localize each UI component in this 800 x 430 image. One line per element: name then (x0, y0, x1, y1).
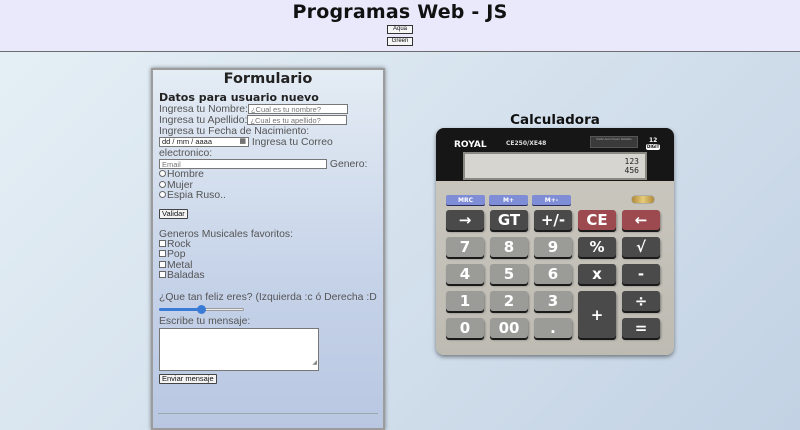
birthdate-email-row: dd / mm / aaaa ▦ Ingresa tu Correo electr… (159, 137, 377, 159)
gt-key[interactable]: GT (490, 210, 528, 230)
key-4[interactable]: 4 (446, 264, 484, 284)
radio-icon[interactable] (159, 170, 166, 177)
lastname-row: Ingresa tu Apellido: (159, 115, 377, 126)
checkbox-icon[interactable] (159, 271, 166, 278)
solar-text: Pattic Auto Power Reliable (596, 137, 632, 141)
percent-key[interactable]: % (578, 237, 616, 257)
lastname-input[interactable] (247, 115, 348, 126)
key-0[interactable]: 0 (446, 318, 484, 338)
birthdate-placeholder: dd / mm / aaaa (162, 137, 213, 147)
validate-button[interactable]: Validar (159, 208, 188, 219)
checkbox-icon[interactable] (159, 239, 166, 247)
message-textarea[interactable]: ◢ (159, 327, 319, 371)
checkbox-icon[interactable] (159, 260, 166, 268)
key-7[interactable]: 7 (446, 237, 484, 257)
plus-key[interactable]: + (578, 291, 616, 338)
key-2[interactable]: 2 (490, 291, 528, 311)
calculator-title: Calculadora (510, 112, 600, 128)
display-line-1: 123 (624, 157, 639, 166)
form-section-title: Datos para usuario nuevo (159, 91, 319, 104)
divide-key[interactable]: ÷ (622, 291, 660, 311)
model-label: CE250/XE48 (506, 140, 547, 147)
theme-green-button[interactable]: Green (387, 37, 413, 46)
genre-baladas[interactable]: Baladas (159, 270, 377, 282)
gender-label: Genero: (329, 159, 368, 170)
key-3[interactable]: 3 (534, 291, 572, 311)
genre-rock[interactable]: Rock (159, 238, 377, 251)
key-9[interactable]: 9 (534, 237, 572, 257)
backspace-key[interactable]: ← (622, 210, 660, 230)
slider-fill (159, 307, 202, 311)
genre-label: Rock (167, 238, 191, 250)
genre-label: Baladas (167, 270, 205, 281)
m-plus-key[interactable]: M+ (489, 195, 528, 205)
lastname-label: Ingresa tu Apellido: (159, 115, 248, 126)
digit-sub: DIGIT (646, 144, 661, 150)
key-1[interactable]: 1 (446, 291, 484, 311)
key-8[interactable]: 8 (490, 237, 528, 257)
minus-key[interactable]: - (622, 264, 660, 284)
form-divider (158, 413, 378, 414)
sign-key[interactable]: +/- (534, 210, 572, 230)
calculator-display: 123 456 (463, 152, 647, 180)
calculator-top: ROYAL CE250/XE48 Pattic Auto Power Relia… (436, 128, 674, 185)
ce-key[interactable]: CE (578, 210, 616, 230)
happiness-label: ¿Que tan feliz eres? (Izquierda :c ó Der… (159, 291, 377, 303)
name-label: Ingresa tu Nombre: (159, 104, 248, 115)
form-panel: Formulario Datos para usuario nuevo Ingr… (151, 68, 385, 430)
gender-option-espia[interactable]: Espia Ruso.. (159, 190, 377, 202)
genre-label: Pop (167, 249, 186, 260)
name-input[interactable] (247, 104, 348, 115)
calculator: ROYAL CE250/XE48 Pattic Auto Power Relia… (436, 128, 674, 355)
slider-thumb[interactable] (197, 304, 206, 314)
solar-panel: Pattic Auto Power Reliable (590, 136, 638, 148)
genres-label: Generos Musicales favoritos: (159, 228, 293, 240)
gold-emblem-icon (632, 196, 654, 203)
digit-badge: 12 DIGIT (646, 137, 661, 150)
arrow-right-key[interactable]: → (446, 210, 484, 230)
resize-grip-icon[interactable]: ◢ (312, 358, 317, 369)
calendar-icon[interactable]: ▦ (239, 138, 246, 146)
sqrt-key[interactable]: √ (622, 237, 660, 257)
birthdate-label: Ingresa tu Fecha de Nacimiento: (159, 126, 310, 137)
mrc-key[interactable]: MRC (446, 195, 485, 205)
birthdate-input[interactable]: dd / mm / aaaa ▦ (159, 137, 249, 148)
gender-option-label: Hombre (167, 169, 204, 180)
equals-key[interactable]: = (622, 318, 660, 338)
radio-icon[interactable] (159, 191, 166, 198)
genre-label: Metal (167, 259, 193, 271)
message-label: Escribe tu mensaje: (159, 315, 251, 327)
multiply-key[interactable]: x (578, 264, 616, 284)
gender-option-label: Mujer (167, 179, 193, 191)
page-header: Programas Web - JS Aqua Green (0, 0, 800, 52)
decimal-key[interactable]: . (534, 318, 572, 338)
gender-option-label: Espia Ruso.. (167, 190, 226, 201)
theme-aqua-button[interactable]: Aqua (387, 25, 413, 34)
key-00[interactable]: 00 (490, 318, 528, 338)
digit-count: 12 (648, 137, 658, 144)
form-title: Formulario (223, 71, 313, 87)
radio-icon[interactable] (159, 180, 166, 188)
display-line-2: 456 (624, 166, 639, 175)
key-6[interactable]: 6 (534, 264, 572, 284)
page-title: Programas Web - JS (292, 1, 508, 23)
m-plus-minus-key[interactable]: M+- (532, 195, 571, 205)
email-input[interactable] (159, 159, 327, 170)
key-5[interactable]: 5 (490, 264, 528, 284)
happiness-slider[interactable] (159, 304, 244, 314)
brand-logo: ROYAL (454, 140, 487, 150)
checkbox-icon[interactable] (159, 250, 166, 257)
send-button[interactable]: Enviar mensaje (159, 373, 217, 384)
name-row: Ingresa tu Nombre: (159, 104, 377, 115)
